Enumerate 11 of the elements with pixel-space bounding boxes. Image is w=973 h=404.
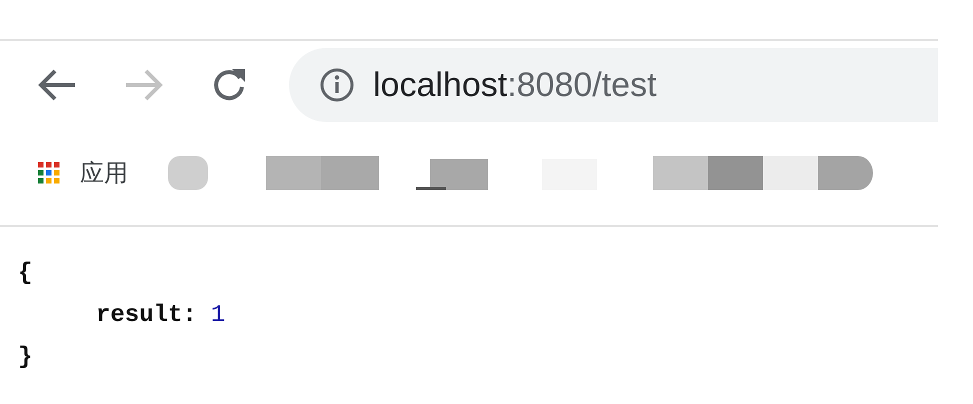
address-bar[interactable]: localhost:8080/test [289, 48, 938, 122]
json-value: 1 [210, 301, 226, 331]
open-brace: { [18, 259, 32, 289]
apps-bookmark[interactable]: 应用 [80, 157, 128, 189]
close-brace: } [18, 343, 32, 373]
back-arrow-icon[interactable] [37, 68, 77, 102]
apps-grid-icon[interactable] [38, 162, 60, 184]
reload-icon[interactable] [211, 67, 247, 103]
url-text: localhost:8080/test [373, 66, 657, 104]
json-key: result: [96, 295, 197, 337]
info-icon[interactable] [319, 67, 355, 103]
